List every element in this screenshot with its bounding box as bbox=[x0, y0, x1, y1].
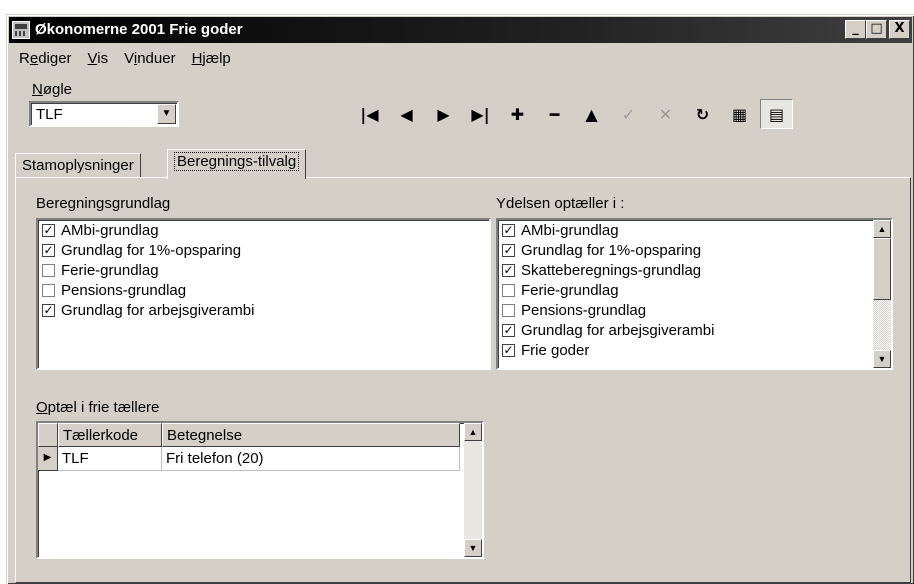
ydelsen-item[interactable]: Ferie-grundlag bbox=[498, 280, 891, 300]
checkbox-checked-icon[interactable]: ✓ bbox=[502, 343, 515, 357]
insert-icon[interactable]: ✚ bbox=[501, 99, 534, 129]
checkbox-label: Frie goder bbox=[521, 341, 590, 359]
last-record-icon[interactable]: ▶| bbox=[464, 99, 497, 129]
cell-code[interactable]: TLF bbox=[58, 447, 162, 471]
column-header-tallerkode[interactable]: Tællerkode bbox=[58, 423, 162, 447]
checkbox-unchecked-icon[interactable] bbox=[42, 283, 55, 297]
grid-view-icon[interactable]: ▦ bbox=[723, 99, 756, 129]
ydelsen-item[interactable]: ✓ Skatteberegnings-grundlag bbox=[498, 260, 891, 280]
cell-name[interactable]: Fri telefon (20) bbox=[162, 447, 460, 471]
grid-scrollbar[interactable]: ▲ ▼ bbox=[464, 423, 482, 557]
counters-label: Optæl i frie tællere bbox=[36, 399, 160, 416]
checkbox-checked-icon[interactable]: ✓ bbox=[42, 243, 55, 257]
beregningsgrundlag-label: Beregningsgrundlag bbox=[36, 195, 171, 212]
checkbox-label: Pensions-grundlag bbox=[521, 301, 647, 319]
ydelsen-label: Ydelsen optæller i : bbox=[496, 195, 625, 212]
menu-vinduer[interactable]: Vinduer bbox=[118, 48, 181, 70]
beregningsgrundlag-item[interactable]: ✓ AMbi-grundlag bbox=[38, 220, 489, 240]
checkbox-label: AMbi-grundlag bbox=[521, 221, 619, 239]
checkbox-label: Ferie-grundlag bbox=[521, 281, 619, 299]
scroll-down-icon[interactable]: ▼ bbox=[464, 539, 482, 557]
checkbox-checked-icon[interactable]: ✓ bbox=[502, 263, 515, 277]
window-title: Økonomerne 2001 Frie goder bbox=[35, 21, 243, 38]
checkbox-checked-icon[interactable]: ✓ bbox=[42, 303, 55, 317]
ydelsen-list[interactable]: ✓ AMbi-grundlag ✓ Grundlag for 1%-opsparing… bbox=[496, 218, 893, 370]
cancel-icon[interactable]: ✕ bbox=[649, 99, 682, 129]
calculator-app-icon[interactable] bbox=[12, 21, 30, 39]
ydelsen-item[interactable]: ✓ AMbi-grundlag bbox=[498, 220, 891, 240]
navigator-toolbar: |◀ ◀ ▶ ▶| ✚ ━ ▲ ✓ ✕ ↻ ▦ ▤ bbox=[353, 99, 797, 129]
checkbox-unchecked-icon[interactable] bbox=[42, 263, 55, 277]
checkbox-label: Pensions-grundlag bbox=[61, 281, 187, 299]
checkbox-label: Grundlag for arbejsgiverambi bbox=[61, 301, 255, 319]
checkbox-unchecked-icon[interactable] bbox=[502, 303, 515, 317]
beregningsgrundlag-item[interactable]: ✓ Grundlag for arbejsgiverambi bbox=[38, 300, 489, 320]
post-icon[interactable]: ✓ bbox=[612, 99, 645, 129]
beregningsgrundlag-item[interactable]: Ferie-grundlag bbox=[38, 260, 489, 280]
key-label: Nøgle bbox=[32, 81, 73, 98]
beregningsgrundlag-item[interactable]: Pensions-grundlag bbox=[38, 280, 489, 300]
checkbox-label: Ferie-grundlag bbox=[61, 261, 159, 279]
delete-icon[interactable]: ━ bbox=[538, 99, 571, 129]
checkbox-label: Skatteberegnings-grundlag bbox=[521, 261, 702, 279]
checkbox-checked-icon[interactable]: ✓ bbox=[502, 223, 515, 237]
column-header-betegnelse[interactable]: Betegnelse bbox=[162, 423, 460, 447]
title-bar[interactable]: Økonomerne 2001 Frie goder _ □ X bbox=[9, 17, 912, 43]
ydelsen-item[interactable]: ✓ Frie goder bbox=[498, 340, 891, 360]
menu-bar: Rediger Vis Vinduer Hjælp bbox=[13, 48, 237, 70]
key-combo[interactable]: TLF ▼ bbox=[29, 101, 179, 127]
tab-beregnings-tilvalg[interactable]: Beregnings-tilvalg bbox=[167, 149, 307, 179]
scroll-down-icon[interactable]: ▼ bbox=[873, 350, 891, 368]
first-record-icon[interactable]: |◀ bbox=[353, 99, 386, 129]
grid-corner bbox=[38, 423, 58, 447]
app-window: Økonomerne 2001 Frie goder _ □ X Rediger… bbox=[6, 14, 914, 584]
ydelsen-scrollbar[interactable]: ▲ ▼ bbox=[873, 220, 891, 368]
minimize-button[interactable]: _ bbox=[845, 20, 866, 39]
checkbox-checked-icon[interactable]: ✓ bbox=[42, 223, 55, 237]
next-record-icon[interactable]: ▶ bbox=[427, 99, 460, 129]
edit-icon[interactable]: ▲ bbox=[575, 99, 608, 129]
scroll-thumb[interactable] bbox=[873, 238, 891, 300]
scroll-up-icon[interactable]: ▲ bbox=[464, 423, 482, 441]
counters-grid[interactable]: Tællerkode Betegnelse ▶ TLF Fri telefon … bbox=[36, 421, 484, 559]
checkbox-label: AMbi-grundlag bbox=[61, 221, 159, 239]
checkbox-unchecked-icon[interactable] bbox=[502, 283, 515, 297]
previous-record-icon[interactable]: ◀ bbox=[390, 99, 423, 129]
checkbox-label: Grundlag for arbejsgiverambi bbox=[521, 321, 715, 339]
tab-stamoplysninger[interactable]: Stamoplysninger bbox=[15, 153, 141, 177]
checkbox-label: Grundlag for 1%-opsparing bbox=[61, 241, 242, 259]
current-row-indicator-icon: ▶ bbox=[38, 447, 58, 471]
beregningsgrundlag-item[interactable]: ✓ Grundlag for 1%-opsparing bbox=[38, 240, 489, 260]
menu-hj-lp[interactable]: Hjælp bbox=[186, 48, 237, 70]
checkbox-checked-icon[interactable]: ✓ bbox=[502, 323, 515, 337]
checkbox-label: Grundlag for 1%-opsparing bbox=[521, 241, 702, 259]
table-row[interactable]: ▶ TLF Fri telefon (20) bbox=[38, 447, 460, 471]
refresh-icon[interactable]: ↻ bbox=[686, 99, 719, 129]
checkbox-checked-icon[interactable]: ✓ bbox=[502, 243, 515, 257]
beregningsgrundlag-list[interactable]: ✓ AMbi-grundlag ✓ Grundlag for 1%-opsparing… bbox=[36, 218, 491, 370]
dropdown-arrow-icon[interactable]: ▼ bbox=[157, 104, 176, 124]
menu-rediger[interactable]: Rediger bbox=[13, 48, 78, 70]
close-button[interactable]: X bbox=[889, 20, 910, 39]
maximize-button[interactable]: □ bbox=[866, 20, 887, 39]
menu-vis[interactable]: Vis bbox=[82, 48, 115, 70]
form-view-icon[interactable]: ▤ bbox=[760, 99, 793, 129]
key-value: TLF bbox=[36, 106, 63, 123]
ydelsen-item[interactable]: Pensions-grundlag bbox=[498, 300, 891, 320]
ydelsen-item[interactable]: ✓ Grundlag for 1%-opsparing bbox=[498, 240, 891, 260]
scroll-up-icon[interactable]: ▲ bbox=[873, 220, 891, 238]
ydelsen-item[interactable]: ✓ Grundlag for arbejsgiverambi bbox=[498, 320, 891, 340]
